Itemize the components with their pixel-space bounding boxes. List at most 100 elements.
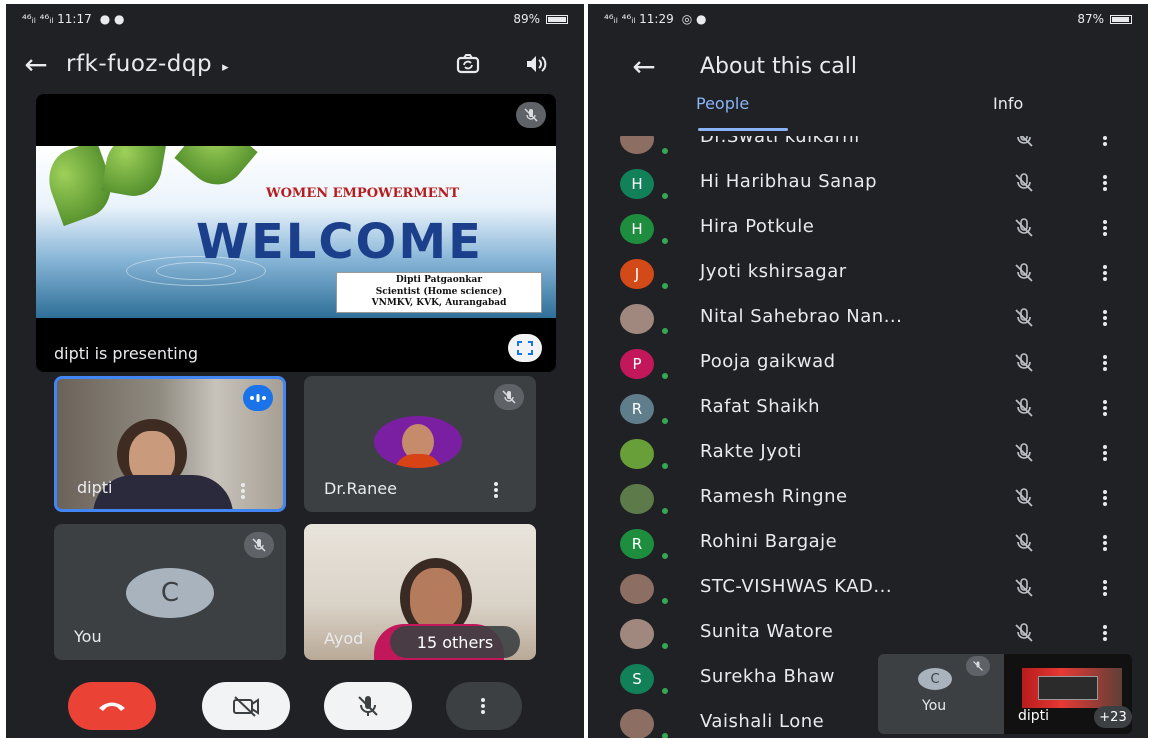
muted-mic-icon[interactable] bbox=[1013, 397, 1035, 423]
list-item[interactable]: H Hi Haribhau Sanap bbox=[588, 161, 1148, 206]
list-item[interactable]: Nital Sahebrao Nan... bbox=[588, 296, 1148, 341]
muted-mic-icon[interactable] bbox=[1013, 172, 1035, 198]
participant-name: Rakte Jyoti bbox=[700, 441, 802, 462]
video-feed bbox=[1038, 676, 1098, 700]
participant-tile-you[interactable]: C You bbox=[54, 524, 286, 660]
list-item[interactable]: Ramesh Ringne bbox=[588, 476, 1148, 521]
muted-mic-icon bbox=[244, 532, 274, 558]
list-item[interactable]: R Rafat Shaikh bbox=[588, 386, 1148, 431]
person-face bbox=[410, 568, 462, 630]
call-info-screen: ⁴⁶ᵢₗ ⁴⁶ᵢₗ 11:29 ◎ ● 87% ← About this cal… bbox=[588, 4, 1148, 738]
more-vert-icon[interactable] bbox=[1103, 353, 1109, 373]
muted-mic-icon[interactable] bbox=[1013, 307, 1035, 333]
avatar bbox=[620, 619, 654, 649]
participant-name: You bbox=[74, 627, 102, 646]
status-bar: ⁴⁶ᵢₗ ⁴⁶ᵢₗ 11:29 ◎ ● 87% bbox=[588, 4, 1148, 34]
participant-name: Dr.Swati kulkarni bbox=[700, 136, 860, 147]
online-status-dot bbox=[660, 551, 670, 561]
more-options-icon[interactable] bbox=[494, 480, 500, 500]
list-item[interactable]: Dr.Swati kulkarni bbox=[588, 136, 1148, 161]
participant-count-badge: +23 bbox=[1094, 706, 1132, 728]
muted-mic-icon[interactable] bbox=[1013, 352, 1035, 378]
more-vert-icon[interactable] bbox=[1103, 136, 1109, 148]
muted-mic-icon[interactable] bbox=[1013, 577, 1035, 603]
avatar bbox=[374, 416, 462, 468]
speaking-indicator-icon bbox=[243, 385, 273, 411]
avatar: J bbox=[620, 259, 654, 289]
pip-presenter-label: dipti bbox=[1018, 708, 1050, 724]
more-vert-icon[interactable] bbox=[1103, 398, 1109, 418]
more-vert-icon[interactable] bbox=[1103, 578, 1109, 598]
tab-people[interactable]: People bbox=[696, 94, 749, 113]
more-vert-icon[interactable] bbox=[1103, 263, 1109, 283]
more-vert-icon[interactable] bbox=[1103, 488, 1109, 508]
muted-mic-icon[interactable] bbox=[1013, 622, 1035, 648]
speaker-icon[interactable] bbox=[522, 50, 550, 78]
fullscreen-button[interactable] bbox=[508, 334, 542, 362]
more-options-button[interactable] bbox=[446, 682, 522, 730]
presentation-tile[interactable]: WOMEN EMPOWERMENT WELCOME Dipti Patgaonk… bbox=[36, 94, 556, 372]
picture-in-picture[interactable]: C You dipti +23 bbox=[878, 654, 1148, 734]
list-item[interactable]: STC-VISHWAS KAD... bbox=[588, 566, 1148, 611]
more-vert-icon[interactable] bbox=[1103, 443, 1109, 463]
participant-name: Dr.Ranee bbox=[324, 479, 397, 498]
online-status-dot bbox=[660, 236, 670, 246]
list-item[interactable]: R Rohini Bargaje bbox=[588, 521, 1148, 566]
list-item[interactable]: P Pooja gaikwad bbox=[588, 341, 1148, 386]
more-vert-icon[interactable] bbox=[1103, 623, 1109, 643]
avatar: C bbox=[918, 668, 952, 690]
pip-presenter-tile[interactable]: dipti +23 bbox=[1004, 654, 1132, 734]
participant-name: Jyoti kshirsagar bbox=[700, 261, 847, 282]
online-status-dot bbox=[660, 371, 670, 381]
muted-mic-icon[interactable] bbox=[1013, 217, 1035, 243]
avatar bbox=[620, 304, 654, 334]
end-call-button[interactable] bbox=[68, 682, 156, 730]
more-vert-icon[interactable] bbox=[1103, 308, 1109, 328]
more-vert-icon[interactable] bbox=[1103, 173, 1109, 193]
muted-mic-icon[interactable] bbox=[1013, 442, 1035, 468]
person-body bbox=[93, 475, 233, 509]
avatar bbox=[620, 709, 654, 738]
more-options-icon[interactable] bbox=[241, 481, 247, 501]
page-title: About this call bbox=[700, 53, 857, 79]
muted-mic-icon[interactable] bbox=[1013, 136, 1035, 153]
online-status-dot bbox=[660, 191, 670, 201]
slide-heading: WELCOME bbox=[196, 214, 483, 270]
muted-mic-icon[interactable] bbox=[1013, 487, 1035, 513]
more-vert-icon[interactable] bbox=[1103, 218, 1109, 238]
list-item[interactable]: J Jyoti kshirsagar bbox=[588, 251, 1148, 296]
online-status-dot bbox=[660, 731, 670, 738]
status-battery-text: 89% bbox=[513, 12, 540, 26]
more-vert-icon bbox=[481, 696, 487, 716]
avatar: S bbox=[620, 664, 654, 694]
fullscreen-icon bbox=[517, 341, 533, 355]
list-item[interactable]: Sunita Watore bbox=[588, 611, 1148, 656]
pip-self-tile[interactable]: C You bbox=[878, 654, 1004, 734]
participant-tile-dr-ranee[interactable]: Dr.Ranee bbox=[304, 376, 536, 512]
switch-camera-icon[interactable] bbox=[454, 50, 482, 78]
participant-name: Hira Potkule bbox=[700, 216, 815, 237]
muted-mic-icon[interactable] bbox=[1013, 532, 1035, 558]
slide-title: WOMEN EMPOWERMENT bbox=[266, 186, 460, 201]
back-arrow-icon[interactable]: ← bbox=[6, 48, 66, 81]
avatar: R bbox=[620, 394, 654, 424]
avatar: R bbox=[620, 529, 654, 559]
list-item[interactable]: Rakte Jyoti bbox=[588, 431, 1148, 476]
mic-toggle-button[interactable] bbox=[324, 682, 412, 730]
tab-info[interactable]: Info bbox=[993, 94, 1023, 113]
meeting-topbar: ← rfk-fuoz-dqp ▸ bbox=[6, 40, 584, 88]
avatar: H bbox=[620, 169, 654, 199]
muted-mic-icon bbox=[966, 656, 990, 676]
meeting-code[interactable]: rfk-fuoz-dqp ▸ bbox=[66, 51, 229, 77]
avatar bbox=[620, 574, 654, 604]
list-item[interactable]: H Hira Potkule bbox=[588, 206, 1148, 251]
camera-toggle-button[interactable] bbox=[202, 682, 290, 730]
muted-mic-icon[interactable] bbox=[1013, 262, 1035, 288]
participant-tile-dipti[interactable]: dipti bbox=[54, 376, 286, 512]
more-vert-icon[interactable] bbox=[1103, 533, 1109, 553]
leaf-graphic bbox=[174, 146, 258, 197]
back-arrow-icon[interactable]: ← bbox=[588, 50, 700, 83]
chevron-right-icon: ▸ bbox=[222, 60, 230, 75]
active-tab-indicator bbox=[698, 128, 788, 131]
others-count-button[interactable]: 15 others bbox=[390, 626, 520, 658]
